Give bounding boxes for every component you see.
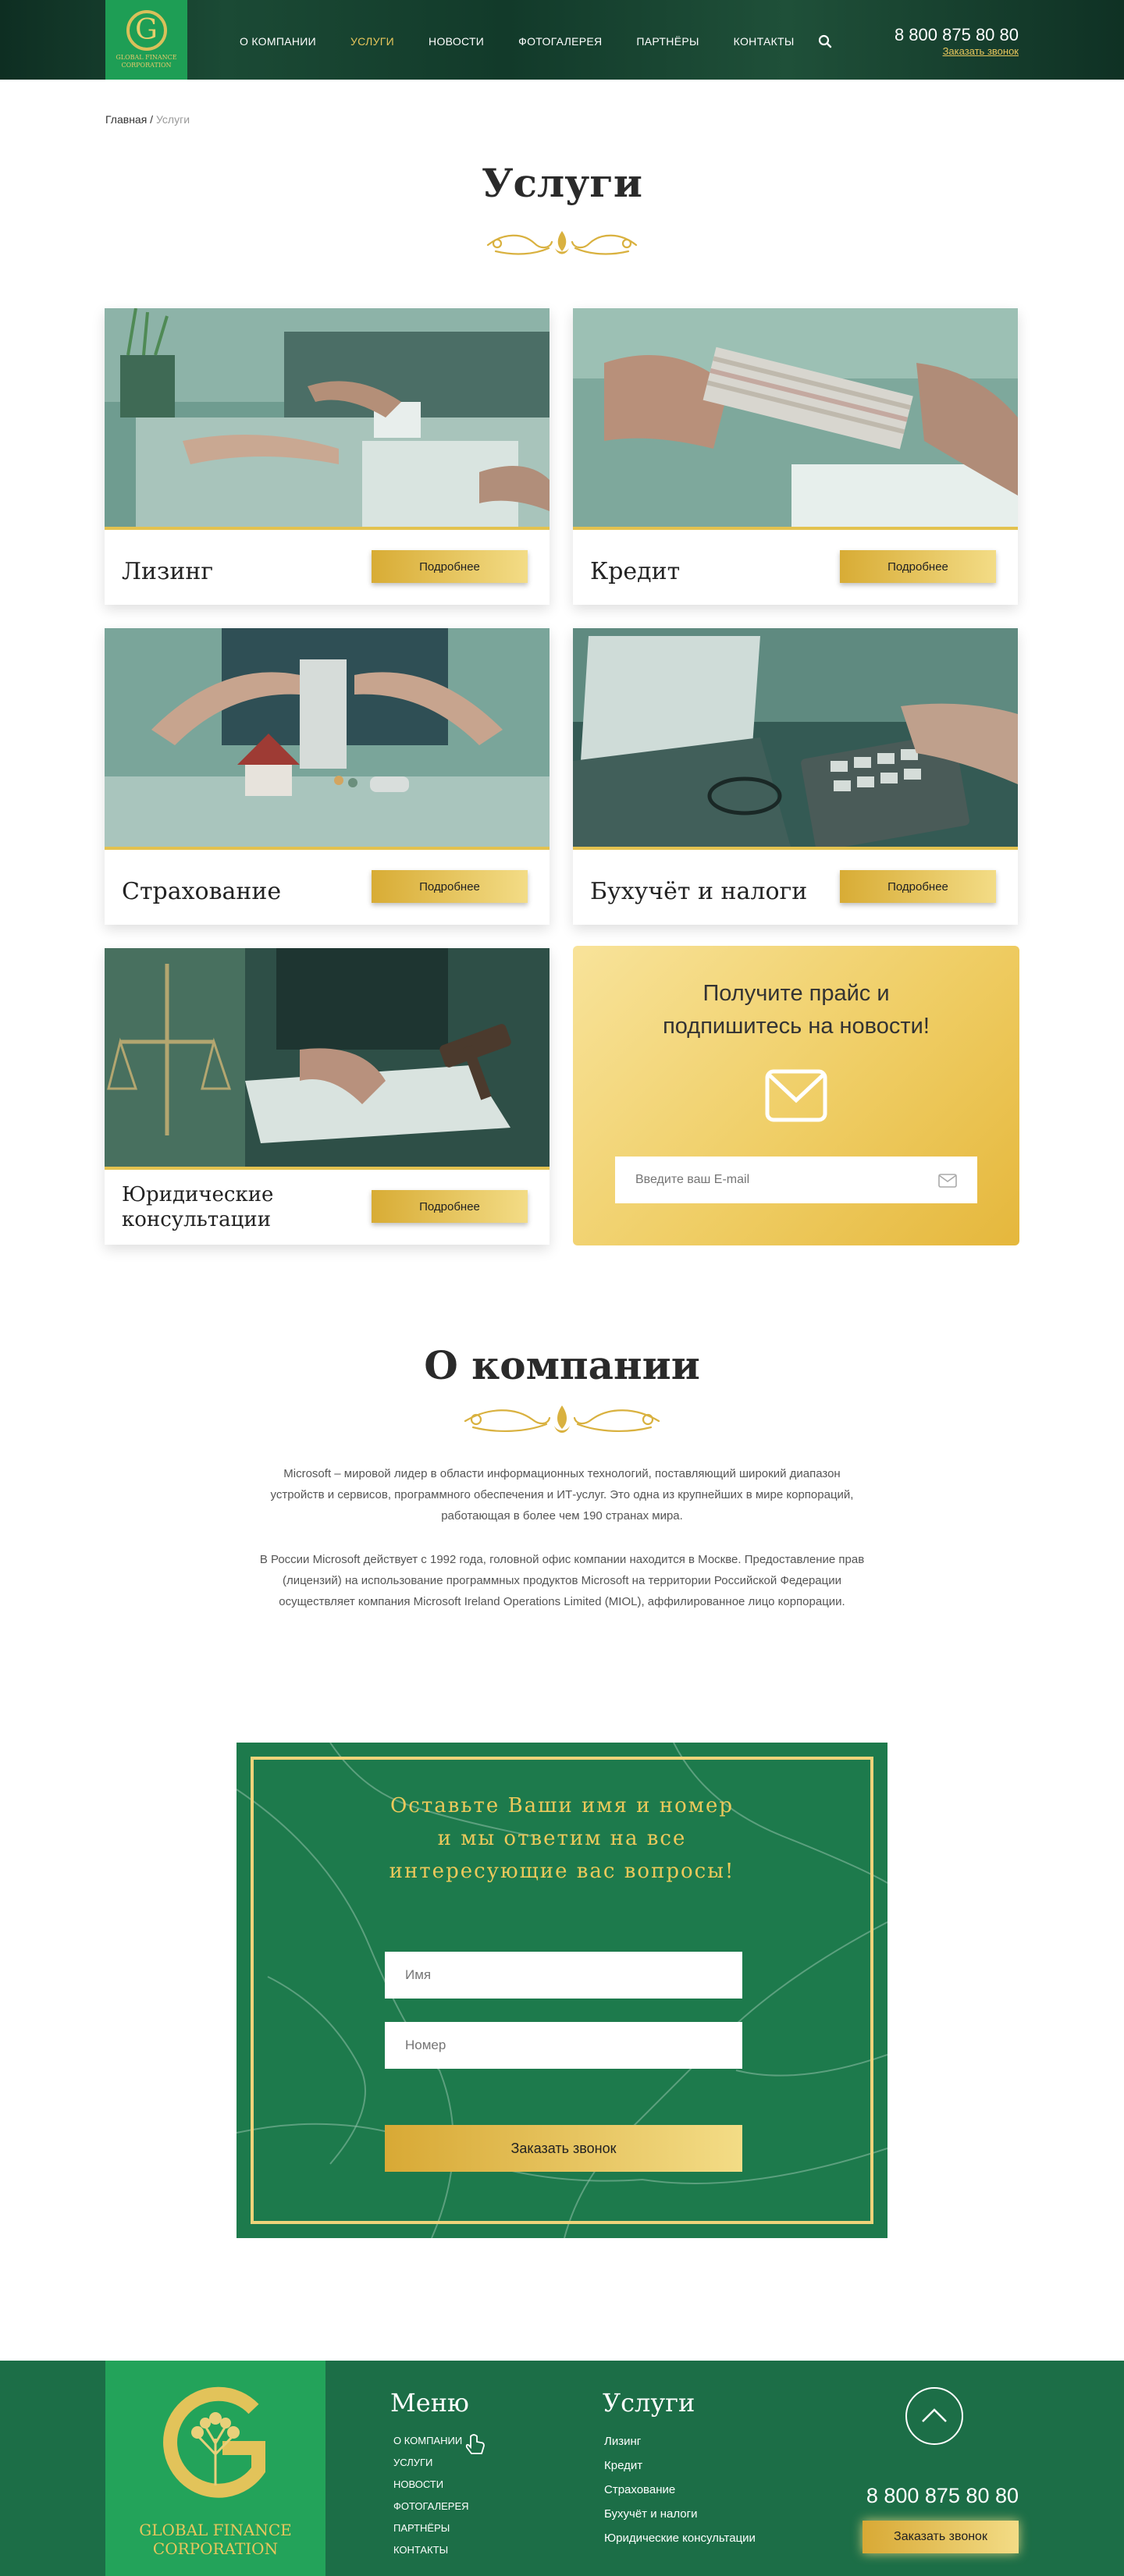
about-paragraph: В России Microsoft действует с 1992 года… [259,1553,865,1608]
service-card-accounting[interactable]: Бухучёт и налоги Подробнее [573,628,1018,925]
footer-menu-item-services[interactable]: Услуги [393,2457,469,2468]
form-heading-text: Оставьте Ваши имя и номер и мы ответим н… [389,1794,735,1883]
header-phone[interactable]: 8 800 875 80 80 [895,25,1019,45]
logo-text: GLOBAL FINANCE CORPORATION [116,54,177,69]
hand-cursor-icon [465,2434,485,2454]
nav-item-news[interactable]: Новости [429,35,484,48]
form-heading: Оставьте Ваши имя и номер и мы ответим н… [237,1789,887,1888]
nav-item-partners[interactable]: Партнёры [636,35,699,48]
footer-menu-item-contacts[interactable]: Контакты [393,2544,469,2556]
subscribe-block: Получите прайс и подпишитесь на новости! [573,946,1019,1245]
scroll-top-button[interactable] [905,2387,963,2445]
page-title: Услуги [481,160,642,206]
footer-callback-button[interactable]: Заказать звонок [863,2521,1019,2553]
name-field[interactable] [385,1952,742,1999]
footer-menu-item-partners[interactable]: Партнёры [393,2522,469,2534]
service-title: Страхование [122,878,282,905]
more-button-insurance[interactable]: Подробнее [372,870,528,903]
footer-services-title: Услуги [603,2388,695,2418]
logo[interactable]: G GLOBAL FINANCE CORPORATION [105,0,187,80]
breadcrumb-home[interactable]: Главная [105,113,147,126]
more-button-credit[interactable]: Подробнее [840,550,996,583]
subscribe-heading-text: Получите прайс и подпишитесь на новости! [663,981,930,1039]
service-image-leasing [105,308,550,530]
footer-logo[interactable]: GLOBAL FINANCE CORPORATION [105,2361,325,2576]
logo-emblem-icon [163,2386,265,2498]
main-nav: О компании Услуги Новости Фотогалерея Па… [240,35,829,48]
breadcrumb-separator: / [147,113,156,126]
footer-phone[interactable]: 8 800 875 80 80 [866,2484,1019,2508]
nav-item-about[interactable]: О компании [240,35,316,48]
logo-emblem: G [126,10,167,51]
about-paragraph: Microsoft – мировой лидер в области инфо… [270,1467,854,1523]
header-callback-link[interactable]: Заказать звонок [943,45,1019,57]
service-card-credit[interactable]: Кредит Подробнее [573,308,1018,605]
mail-icon [765,1069,827,1122]
more-button-legal[interactable]: Подробнее [372,1190,528,1223]
ornament-icon [464,1405,660,1433]
footer-service-item[interactable]: Юридические консультации [604,2532,756,2545]
phone-field[interactable] [385,2022,742,2069]
footer-service-item[interactable]: Лизинг [604,2435,756,2448]
service-title: Кредит [590,558,681,585]
footer-menu-item-about[interactable]: О компании [393,2435,469,2446]
nav-item-gallery[interactable]: Фотогалерея [518,35,602,48]
nav-item-contacts[interactable]: Контакты [734,35,795,48]
service-card-insurance[interactable]: Страхование Подробнее [105,628,550,925]
breadcrumb: Главная / Услуги [105,113,190,126]
footer-service-item[interactable]: Кредит [604,2459,756,2472]
email-input[interactable] [615,1157,977,1203]
subscribe-heading: Получите прайс и подпишитесь на новости! [573,977,1019,1043]
service-image-credit [573,308,1018,530]
site-footer: GLOBAL FINANCE CORPORATION Меню О компан… [0,2361,1124,2576]
service-image-legal [105,948,550,1170]
service-title: Бухучёт и налоги [590,878,808,905]
more-button-accounting[interactable]: Подробнее [840,870,996,903]
about-title: О компании [424,1342,700,1388]
ornament-icon [486,231,638,255]
breadcrumb-current: Услуги [155,113,190,126]
envelope-icon[interactable] [938,1174,957,1188]
footer-menu-item-gallery[interactable]: Фотогалерея [393,2500,469,2512]
nav-item-services[interactable]: Услуги [350,35,394,48]
service-image-accounting [573,628,1018,850]
site-header: G GLOBAL FINANCE CORPORATION О компании … [0,0,1124,80]
submit-callback-button[interactable]: Заказать звонок [385,2125,742,2172]
ornament-divider [0,1401,1124,1440]
service-card-legal[interactable]: Юридические консультации Подробнее [105,948,550,1245]
footer-service-item[interactable]: Бухучёт и налоги [604,2507,756,2521]
service-card-leasing[interactable]: Лизинг Подробнее [105,308,550,605]
ornament-divider [0,225,1124,264]
service-image-insurance [105,628,550,850]
footer-menu-title: Меню [390,2388,469,2418]
footer-logo-text: GLOBAL FINANCE CORPORATION [139,2521,292,2558]
footer-menu-item-news[interactable]: Новости [393,2478,469,2490]
callback-form: Оставьте Ваши имя и номер и мы ответим н… [237,1743,887,2238]
chevron-up-icon [922,2408,947,2422]
footer-menu: О компании Услуги Новости Фотогалерея Па… [393,2435,469,2566]
more-button-leasing[interactable]: Подробнее [372,550,528,583]
search-icon[interactable] [818,34,832,48]
service-title: Лизинг [122,558,214,585]
footer-service-item[interactable]: Страхование [604,2483,756,2496]
footer-services-list: Лизинг Кредит Страхование Бухучёт и нало… [604,2435,756,2556]
service-title: Юридические консультации [122,1183,274,1231]
